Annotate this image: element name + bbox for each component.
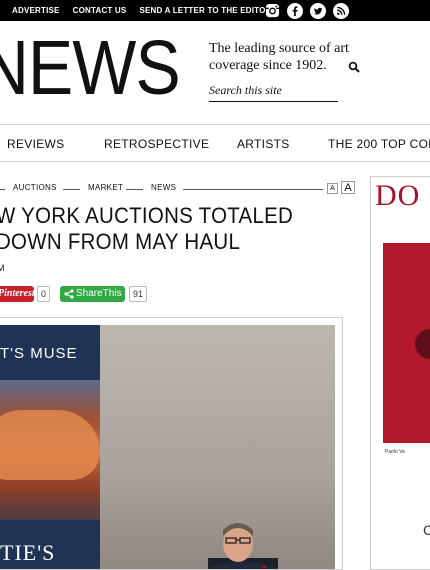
advertise-link[interactable]: ADVERTISE — [12, 6, 60, 15]
article-headline: W YORK AUCTIONS TOTALED DOWN FROM MAY HA… — [0, 203, 312, 255]
painting-image — [0, 380, 100, 520]
breadcrumb-divider — [183, 189, 323, 190]
site-logo[interactable]: NEWS — [0, 30, 181, 107]
facebook-icon[interactable] — [286, 2, 303, 19]
ad-caption: Paolo Ve — [385, 449, 406, 455]
byline: M — [0, 263, 5, 273]
auctioneer-figure — [208, 523, 278, 569]
article-photo: T'S MUSE TIE'S — [0, 317, 343, 570]
ad-text: C — [423, 522, 430, 538]
send-letter-link[interactable]: SEND A LETTER TO THE EDITOR — [139, 6, 271, 15]
rss-icon[interactable] — [332, 2, 349, 19]
search-icon[interactable] — [348, 60, 362, 74]
instagram-icon[interactable] — [264, 2, 281, 19]
breadcrumb-market[interactable]: MARKET — [88, 183, 123, 192]
ad-image — [383, 243, 430, 443]
nav-item-top-collectors[interactable]: THE 200 TOP COLL — [328, 137, 430, 151]
site-tagline: The leading source of art coverage since… — [209, 41, 349, 73]
contact-us-link[interactable]: CONTACT US — [73, 6, 127, 15]
nav-item-artists[interactable]: ARTISTS — [237, 137, 290, 151]
top-links: ADVERTISE CONTACT US SEND A LETTER TO TH… — [12, 6, 272, 15]
search-input[interactable] — [209, 80, 338, 102]
top-bar: ADVERTISE CONTACT US SEND A LETTER TO TH… — [0, 0, 430, 21]
pinterest-count: 0 — [37, 286, 50, 302]
pinterest-button[interactable]: Pinterest — [0, 286, 35, 302]
headline-line-2: DOWN FROM MAY HAUL — [0, 229, 241, 254]
sidebar-advertisement[interactable]: DO Paolo Ve C — [370, 176, 430, 570]
share-icon — [64, 289, 74, 299]
breadcrumb-divider — [126, 189, 143, 190]
twitter-icon[interactable] — [309, 2, 326, 19]
main-nav: REVIEWS RETROSPECTIVE ARTISTS THE 200 TO… — [0, 124, 430, 162]
sharethis-button[interactable]: ShareThis — [60, 286, 125, 302]
font-size-small-button[interactable]: A — [327, 183, 338, 194]
sharethis-count: 91 — [129, 286, 147, 302]
banner-top-text: T'S MUSE — [0, 345, 78, 362]
headline-line-1: W YORK AUCTIONS TOTALED — [0, 203, 294, 228]
nav-item-reviews[interactable]: REVIEWS — [7, 137, 64, 151]
banner-bottom-text: TIE'S — [0, 540, 56, 565]
ad-brand-logo: DO — [375, 179, 421, 212]
breadcrumb-divider — [63, 189, 80, 190]
nav-item-retrospective[interactable]: RETROSPECTIVE — [104, 137, 209, 151]
breadcrumb: AUCTIONS MARKET NEWS — [0, 182, 326, 196]
breadcrumb-auctions[interactable]: AUCTIONS — [13, 183, 57, 192]
breadcrumb-divider — [0, 189, 5, 190]
breadcrumb-news[interactable]: NEWS — [151, 183, 176, 192]
banner-poster: T'S MUSE TIE'S — [0, 325, 100, 569]
sharethis-label: ShareThis — [76, 288, 122, 299]
photo-image: T'S MUSE TIE'S — [0, 325, 335, 569]
font-size-large-button[interactable]: A — [341, 181, 355, 194]
